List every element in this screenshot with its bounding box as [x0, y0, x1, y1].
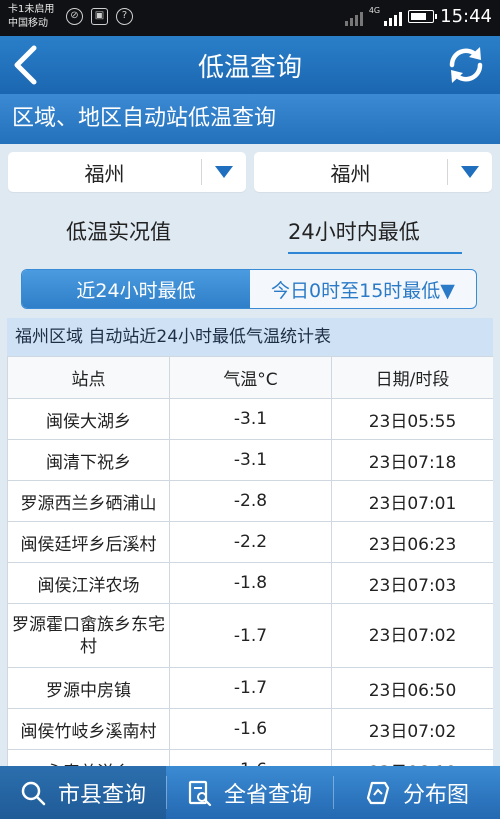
- picture-icon: ▣: [91, 8, 108, 25]
- datetime-cell: 23日07:03: [331, 562, 493, 604]
- min-temp-table[interactable]: 站点 气温°C 日期/时段 闽侯大湖乡 -3.1 23日05:55 闽清下祝乡 …: [7, 356, 493, 766]
- battery-icon: [408, 10, 438, 23]
- carrier-info: 卡1未启用 中国移动: [8, 3, 54, 31]
- header-station: 站点: [7, 356, 170, 399]
- table-row[interactable]: 闽清下祝乡 -3.1 23日07:18: [7, 439, 493, 481]
- nav-county-label: 市县查询: [57, 782, 146, 808]
- temperature-cell: -1.8: [169, 562, 332, 604]
- table-row[interactable]: 闽侯江洋农场 -1.8 23日07:03: [7, 562, 493, 604]
- table-row[interactable]: 闽侯廷坪乡后溪村 -2.2 23日06:23: [7, 521, 493, 563]
- station-cell: 闽侯廷坪乡后溪村: [7, 521, 170, 563]
- station-cell: 罗源霍口畲族乡东宅村: [7, 603, 170, 668]
- table-row[interactable]: 闽侯竹岐乡溪南村 -1.6 23日07:02: [7, 708, 493, 750]
- question-icon: ?: [116, 8, 133, 25]
- tab-live-value[interactable]: 低温实况值: [66, 216, 171, 246]
- dropdown-triangle-icon: [448, 166, 492, 178]
- table-row[interactable]: 罗源中房镇 -1.7 23日06:50: [7, 667, 493, 709]
- carrier-line-1: 卡1未启用: [8, 4, 55, 15]
- status-bar: 卡1未启用 中国移动 ⊘ ▣ ? 4G 15:44: [0, 0, 500, 36]
- datetime-cell: 23日07:01: [331, 480, 493, 522]
- clock: 15:44: [440, 6, 492, 27]
- nav-province-query[interactable]: 全省查询: [167, 766, 333, 819]
- page-title: 低温查询: [197, 53, 302, 83]
- station-cell: 罗源中房镇: [7, 667, 170, 709]
- datetime-cell: 23日05:55: [331, 398, 493, 440]
- search-icon: [21, 781, 46, 805]
- datetime-cell: 23日06:50: [331, 667, 493, 709]
- blocked-icon: ⊘: [66, 8, 83, 25]
- segment-last-24h[interactable]: 近24小时最低: [22, 270, 250, 308]
- title-bar: 低温查询: [0, 36, 500, 94]
- region-select[interactable]: 福州: [8, 152, 246, 192]
- datetime-cell: 23日06:23: [331, 521, 493, 563]
- station-cell: 闽侯竹岐乡溪南村: [7, 708, 170, 750]
- table-header-row: 站点 气温°C 日期/时段: [7, 356, 493, 399]
- station-cell: 罗源西兰乡硒浦山: [7, 480, 170, 522]
- temperature-cell: -3.1: [169, 439, 332, 481]
- area-select[interactable]: 福州: [254, 152, 492, 192]
- network-type: 4G: [368, 6, 381, 15]
- carrier-line-2: 中国移动: [8, 18, 48, 29]
- nav-distribution-map[interactable]: 分布图: [334, 766, 500, 819]
- temperature-cell: -1.6: [169, 749, 332, 766]
- time-range-segment: 近24小时最低 今日0时至15时最低▼: [21, 269, 477, 309]
- temperature-cell: -2.8: [169, 480, 332, 522]
- section-title: 区域、地区自动站低温查询: [0, 94, 500, 144]
- list-search-icon: [188, 780, 212, 806]
- dropdown-triangle-icon: [202, 166, 246, 178]
- refresh-icon: [449, 47, 483, 83]
- nav-map-label: 分布图: [402, 782, 469, 808]
- station-cell: 闽侯大湖乡: [7, 398, 170, 440]
- signal-sim2-icon: [384, 8, 403, 26]
- header-datetime: 日期/时段: [331, 356, 493, 399]
- table-row[interactable]: 罗源西兰乡硒浦山 -2.8 23日07:01: [7, 480, 493, 522]
- temperature-cell: -1.7: [169, 603, 332, 668]
- datetime-cell: 23日07:02: [331, 603, 493, 668]
- segment-today-0-15[interactable]: 今日0时至15时最低▼: [250, 270, 476, 308]
- station-cell: 闽侯江洋农场: [7, 562, 170, 604]
- table-row[interactable]: 永泰盖洋乡 -1.6 23日06:18: [7, 749, 493, 766]
- station-cell: 闽清下祝乡: [7, 439, 170, 481]
- datetime-cell: 23日07:18: [331, 439, 493, 481]
- station-cell: 永泰盖洋乡: [7, 749, 170, 766]
- status-right: 4G 15:44: [344, 6, 492, 27]
- signal-sim1-icon: [344, 8, 363, 26]
- temperature-cell: -3.1: [169, 398, 332, 440]
- header-temperature: 气温°C: [169, 356, 332, 399]
- region-select-value: 福州: [84, 161, 125, 186]
- table-row[interactable]: 闽侯大湖乡 -3.1 23日05:55: [7, 398, 493, 440]
- tab-24h-min[interactable]: 24小时内最低: [288, 216, 462, 254]
- refresh-button[interactable]: [444, 43, 488, 87]
- nav-county-query[interactable]: 市县查询: [0, 766, 166, 819]
- bottom-nav: 市县查询 全省查询 分布图: [0, 766, 500, 819]
- temperature-cell: -1.6: [169, 708, 332, 750]
- temperature-cell: -1.7: [169, 667, 332, 709]
- temperature-cell: -2.2: [169, 521, 332, 563]
- datetime-cell: 23日06:18: [331, 749, 493, 766]
- notification-icons: ⊘ ▣ ?: [66, 8, 133, 25]
- nav-province-label: 全省查询: [223, 782, 312, 808]
- area-select-value: 福州: [330, 161, 371, 186]
- datetime-cell: 23日07:02: [331, 708, 493, 750]
- table-caption: 福州区域 自动站近24小时最低气温统计表: [7, 318, 493, 356]
- map-icon: [366, 781, 390, 804]
- table-row[interactable]: 罗源霍口畲族乡东宅村 -1.7 23日07:02: [7, 603, 493, 668]
